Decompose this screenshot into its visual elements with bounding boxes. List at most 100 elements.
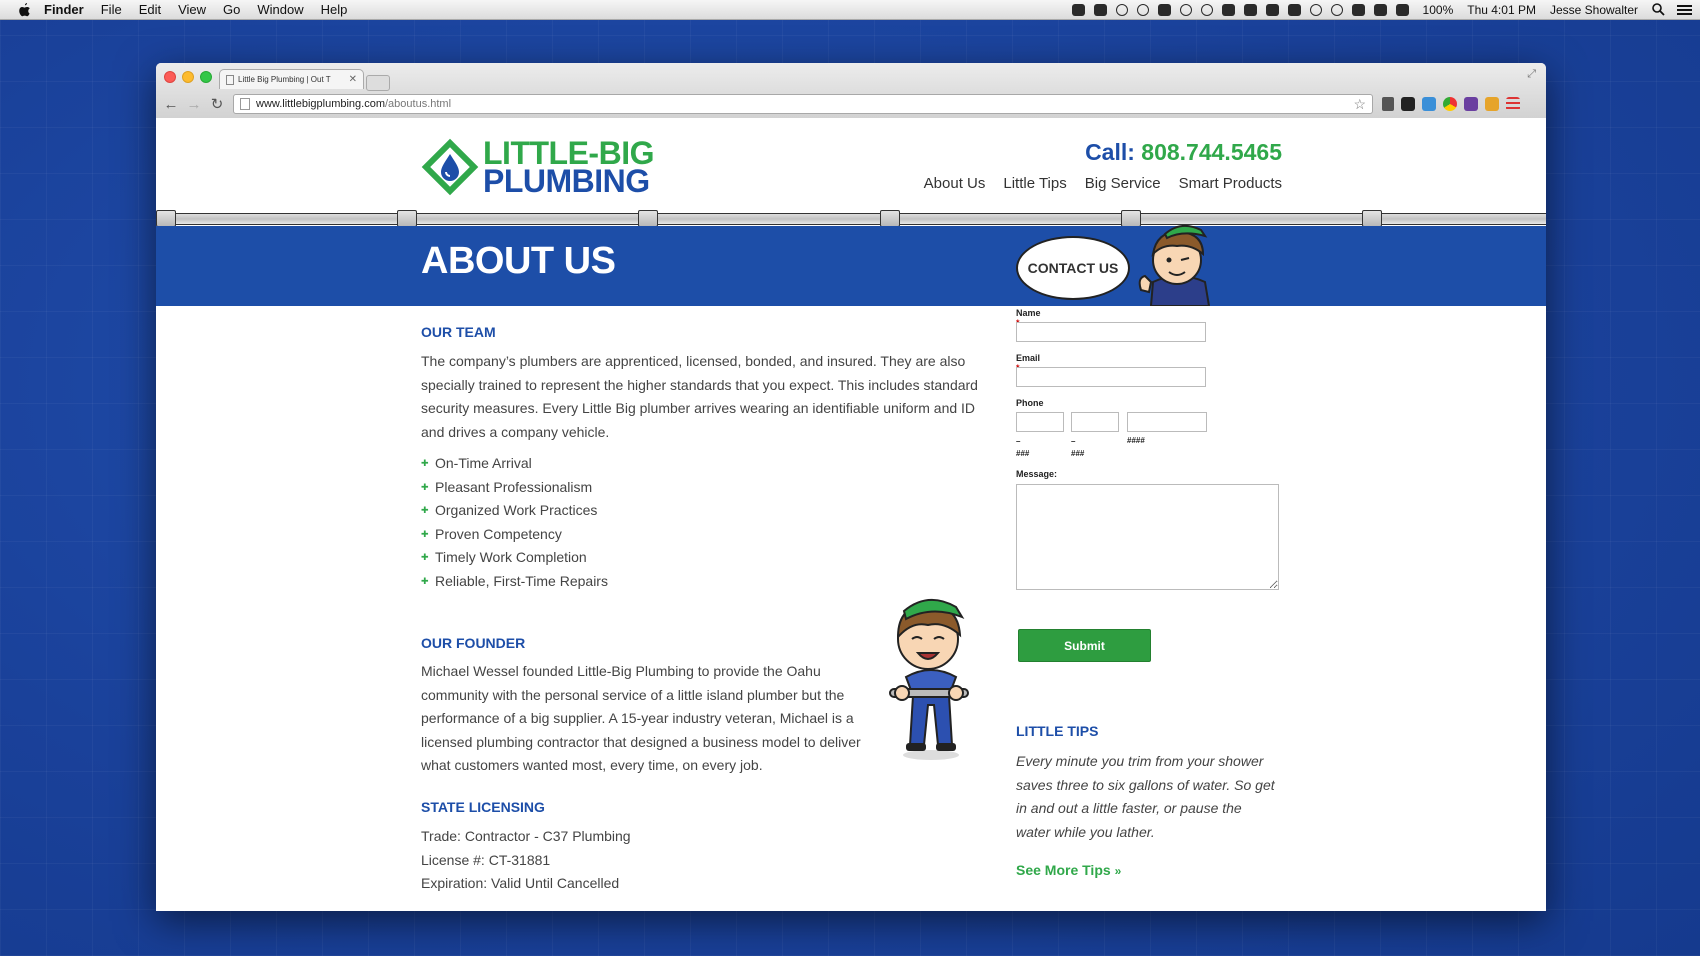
- list-item-label: On-Time Arrival: [435, 455, 532, 471]
- wifi-icon[interactable]: [1373, 3, 1387, 16]
- extension-icons: [1382, 97, 1520, 111]
- name-field[interactable]: [1016, 322, 1206, 342]
- see-more-tips-label: See More Tips: [1016, 862, 1111, 878]
- purple-extension-icon[interactable]: [1464, 97, 1478, 111]
- plus-bullet-icon: ✚: [421, 552, 429, 563]
- close-window-button[interactable]: [164, 71, 176, 83]
- menubar-user[interactable]: Jesse Showalter: [1550, 3, 1638, 17]
- app-icon[interactable]: [1093, 3, 1107, 16]
- page-icon: [226, 74, 234, 85]
- rocket-icon[interactable]: [1221, 3, 1235, 16]
- clock-icon[interactable]: [1330, 3, 1343, 16]
- window-controls: [164, 71, 212, 83]
- mac-menubar: Finder File Edit View Go Window Help 100…: [0, 0, 1700, 20]
- message-label: Message:: [1016, 469, 1058, 479]
- fullscreen-icon[interactable]: ⤢: [1527, 68, 1536, 81]
- browser-window: Little Big Plumbing | Out T ✕ ⤢ ← → ↻ ww…: [156, 63, 1546, 911]
- minimize-window-button[interactable]: [182, 71, 194, 83]
- email-field[interactable]: [1016, 367, 1206, 387]
- menu-view[interactable]: View: [178, 2, 206, 17]
- license-expiration: Expiration: Valid Until Cancelled: [421, 875, 620, 891]
- reload-icon[interactable]: ↻: [209, 95, 225, 113]
- bell-icon[interactable]: [1287, 3, 1301, 16]
- pipe-joint: [1362, 210, 1382, 227]
- plus-bullet-icon: ✚: [421, 458, 429, 469]
- list-item-label: Organized Work Practices: [435, 502, 598, 518]
- tips-heading: LITTLE TIPS: [1016, 723, 1099, 739]
- transmit-icon[interactable]: [1071, 3, 1085, 16]
- url-host: www.littlebigplumbing.com: [256, 98, 385, 110]
- contact-us-bubble[interactable]: CONTACT US: [1016, 236, 1130, 300]
- license-trade: Trade: Contractor - C37 Plumbing: [421, 828, 631, 844]
- sync-icon[interactable]: [1115, 3, 1128, 16]
- message-field[interactable]: [1016, 484, 1279, 590]
- cloud-icon[interactable]: [1265, 3, 1279, 16]
- spotlight-icon[interactable]: [1652, 3, 1665, 16]
- double-chevron-right-icon: »: [1114, 864, 1122, 878]
- x-extension-icon[interactable]: [1422, 97, 1436, 111]
- chart-icon[interactable]: [1243, 3, 1257, 16]
- phone-separator: –: [1016, 437, 1021, 446]
- forward-icon[interactable]: →: [186, 96, 202, 113]
- list-item-label: Pleasant Professionalism: [435, 478, 593, 495]
- zoom-window-button[interactable]: [200, 71, 212, 83]
- wrench-icon[interactable]: [1382, 97, 1394, 111]
- bluetooth-icon[interactable]: [1351, 3, 1365, 16]
- founder-heading: OUR FOUNDER: [421, 635, 526, 651]
- list-item-label: Reliable, First-Time Repairs: [435, 572, 608, 589]
- phone-hint-line: ####: [1127, 436, 1145, 445]
- circle-icon[interactable]: [1200, 3, 1213, 16]
- chat-icon[interactable]: [1309, 3, 1322, 16]
- browser-toolbar: ← → ↻ www.littlebigplumbing.com/aboutus.…: [156, 90, 1546, 118]
- dropbox-icon[interactable]: [1157, 3, 1171, 16]
- chrome-extension-icon[interactable]: [1443, 97, 1457, 111]
- time-machine-icon[interactable]: [1136, 3, 1149, 16]
- menu-window[interactable]: Window: [257, 2, 303, 17]
- page-title-banner: ABOUT US: [156, 226, 1546, 306]
- menu-finder[interactable]: Finder: [44, 2, 84, 17]
- pipe-divider: [156, 213, 1546, 225]
- close-tab-icon[interactable]: ✕: [349, 74, 357, 85]
- menu-go[interactable]: Go: [223, 2, 240, 17]
- licensing-details: Trade: Contractor - C37 Plumbing License…: [421, 825, 631, 896]
- menu-edit[interactable]: Edit: [139, 2, 161, 17]
- basket-extension-icon[interactable]: [1485, 97, 1499, 111]
- browser-tab[interactable]: Little Big Plumbing | Out T ✕: [219, 69, 364, 89]
- nav-about-us[interactable]: About Us: [924, 175, 986, 192]
- bookmark-star-icon[interactable]: ☆: [1353, 96, 1366, 113]
- menubar-clock[interactable]: Thu 4:01 PM: [1467, 3, 1536, 17]
- web-page: LITTLE-BIG PLUMBING Call: 808.744.5465 A…: [156, 118, 1546, 911]
- back-icon[interactable]: ←: [163, 96, 179, 113]
- menu-icon[interactable]: [1506, 97, 1520, 111]
- phone-separator: –: [1071, 437, 1076, 446]
- plus-bullet-icon: ✚: [421, 481, 429, 492]
- pipe-joint: [638, 210, 658, 227]
- menu-file[interactable]: File: [101, 2, 122, 17]
- list-item: ✚ Timely Work Completion: [421, 546, 608, 570]
- tab-title: Little Big Plumbing | Out T: [238, 75, 331, 84]
- submit-button[interactable]: Submit: [1018, 629, 1151, 662]
- see-more-tips-link[interactable]: See More Tips »: [1016, 862, 1121, 878]
- list-item: ✚ Reliable, First-Time Repairs: [421, 570, 608, 594]
- nav-smart-products[interactable]: Smart Products: [1179, 175, 1282, 192]
- apple-icon[interactable]: [16, 2, 32, 18]
- nav-little-tips[interactable]: Little Tips: [1003, 175, 1066, 192]
- address-bar[interactable]: www.littlebigplumbing.com/aboutus.html ☆: [233, 94, 1373, 114]
- nav-big-service[interactable]: Big Service: [1085, 175, 1161, 192]
- phone-hint-prefix: ###: [1071, 449, 1085, 458]
- site-logo[interactable]: LITTLE-BIG PLUMBING: [421, 137, 654, 197]
- list-item: ✚ Pleasant Professionalism: [421, 476, 608, 500]
- notification-center-icon[interactable]: [1677, 4, 1692, 16]
- url-path: /aboutus.html: [385, 98, 452, 110]
- tips-paragraph: Every minute you trim from your shower s…: [1016, 753, 1275, 840]
- phone-prefix-field[interactable]: [1071, 412, 1119, 432]
- phone-line-field[interactable]: [1127, 412, 1207, 432]
- volume-icon[interactable]: [1395, 3, 1409, 16]
- phone-callout[interactable]: Call: 808.744.5465: [1085, 139, 1282, 166]
- phone-area-code-field[interactable]: [1016, 412, 1064, 432]
- list-item-label: Proven Competency: [435, 525, 562, 542]
- menu-help[interactable]: Help: [321, 2, 348, 17]
- evernote-icon[interactable]: [1401, 97, 1415, 111]
- flame-icon[interactable]: [1179, 3, 1192, 16]
- new-tab-button[interactable]: [366, 75, 390, 91]
